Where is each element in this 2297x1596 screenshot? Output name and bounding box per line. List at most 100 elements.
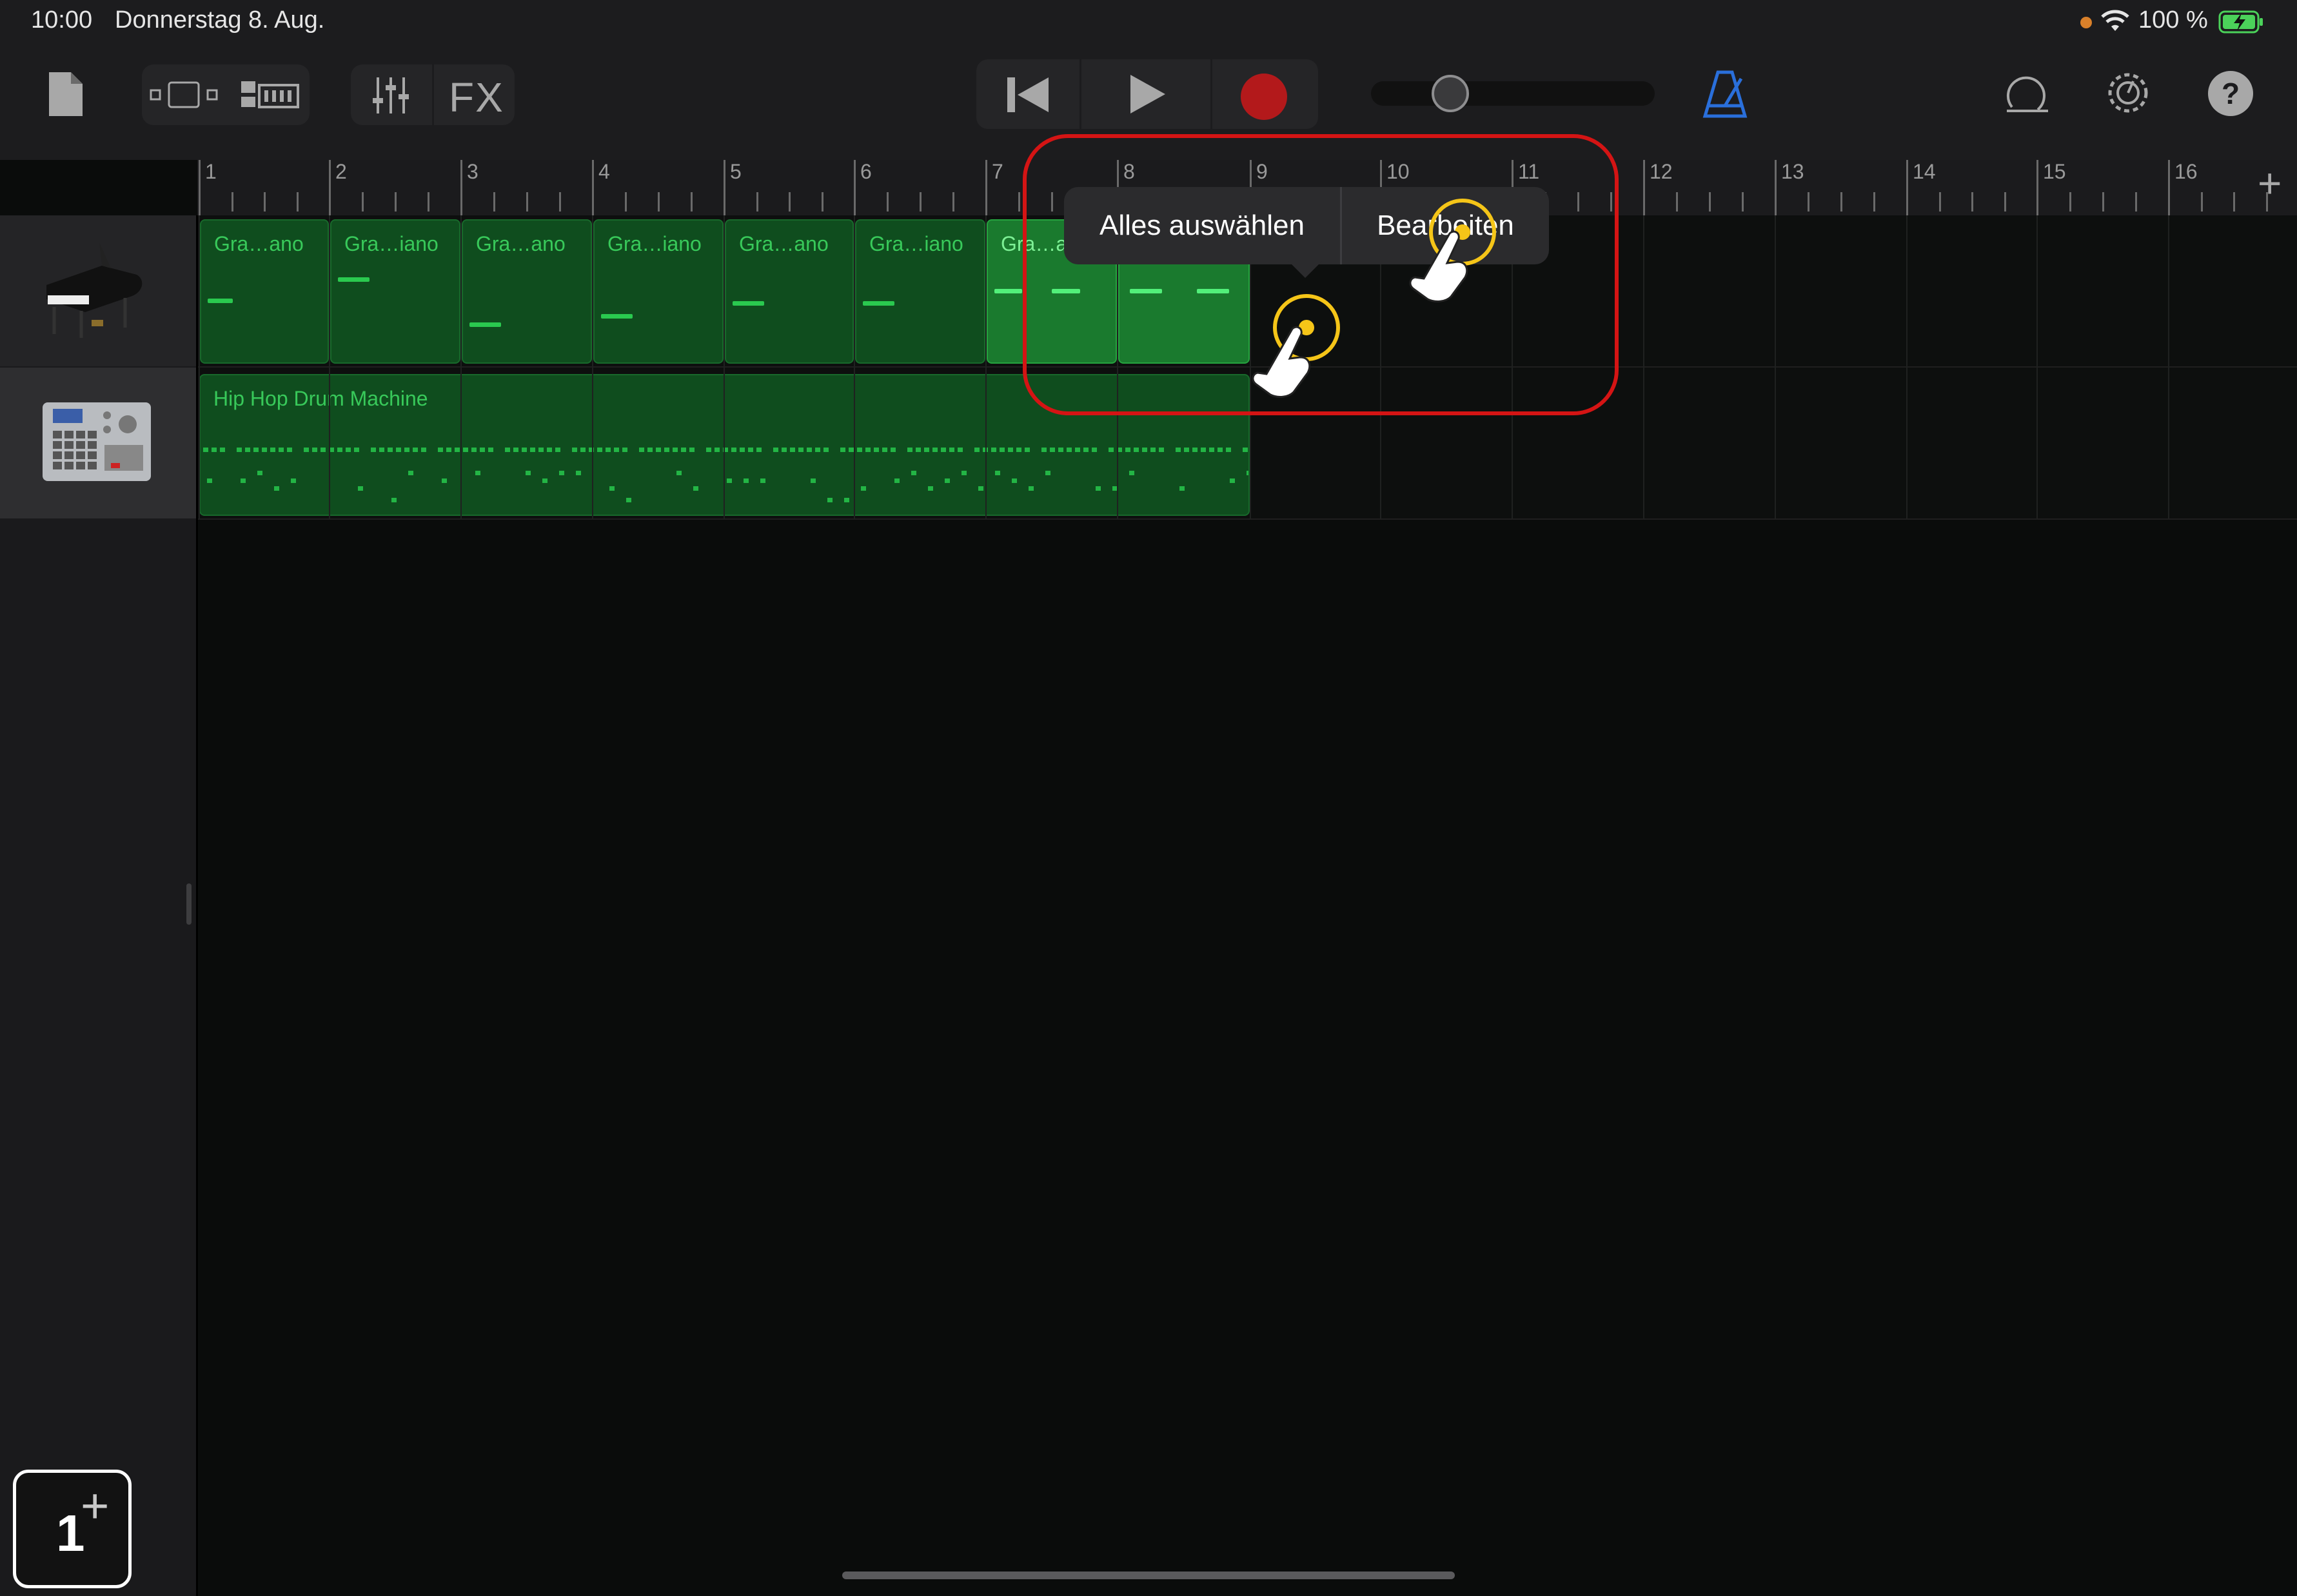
drum-hit	[1096, 486, 1101, 491]
drum-hit	[547, 448, 552, 452]
fx-button[interactable]: FX	[449, 74, 504, 121]
grid-line	[199, 215, 200, 518]
beat-tick	[1938, 192, 1941, 212]
battery-charging-icon	[2218, 10, 2265, 37]
play-button[interactable]	[1081, 59, 1210, 129]
document-icon[interactable]	[46, 70, 85, 119]
bar-number: 2	[335, 160, 347, 183]
piano-region[interactable]: Gra…ano	[462, 219, 592, 364]
beat-tick	[2233, 192, 2235, 212]
track-header-grand-piano[interactable]	[0, 215, 196, 366]
add-section-button[interactable]: +	[2258, 163, 2282, 204]
smart-controls-icon[interactable]	[239, 77, 301, 113]
drum-hit	[748, 448, 753, 452]
drum-hit	[1176, 448, 1181, 452]
track-view-icon[interactable]	[150, 77, 221, 112]
drum-hit	[580, 448, 586, 452]
drum-hit	[693, 486, 698, 491]
drum-hit	[647, 448, 653, 452]
select-all-menu-item[interactable]: Alles auswählen	[1064, 187, 1340, 264]
drum-hit	[522, 448, 527, 452]
drum-hit	[1008, 448, 1013, 452]
drum-hit	[924, 448, 929, 452]
drum-hit	[706, 448, 711, 452]
piano-region[interactable]: Gra…iano	[593, 219, 724, 364]
drum-hit	[207, 478, 212, 483]
resize-handle[interactable]	[186, 883, 192, 925]
beat-tick	[1971, 192, 1973, 212]
drum-hit	[471, 448, 477, 452]
drum-hit	[391, 498, 397, 502]
bar-number: 15	[2043, 160, 2066, 183]
beat-tick	[756, 192, 758, 212]
drum-hit	[1179, 486, 1185, 491]
beat-tick	[1676, 192, 1678, 212]
drum-hit	[760, 478, 765, 483]
grid-line	[592, 215, 593, 518]
volume-slider[interactable]	[1371, 75, 1655, 112]
drum-hit	[639, 448, 644, 452]
piano-region[interactable]: Gra…iano	[330, 219, 460, 364]
bar-number: 5	[730, 160, 742, 183]
drum-hit	[844, 498, 849, 502]
drum-hit	[413, 448, 418, 452]
grid-line	[2036, 215, 2038, 518]
piano-region[interactable]: Gra…iano	[855, 219, 985, 364]
bar-number: 12	[1650, 160, 1673, 183]
mixer-icon[interactable]	[370, 75, 411, 116]
piano-region[interactable]: Gra…ano	[200, 219, 329, 364]
context-menu-arrow	[1288, 261, 1322, 278]
drum-hit	[673, 448, 678, 452]
add-track-button[interactable]: 1 +	[13, 1470, 132, 1588]
volume-slider-knob[interactable]	[1432, 75, 1469, 112]
drum-hit	[815, 448, 820, 452]
drum-hit	[354, 448, 359, 452]
drum-hit	[1184, 448, 1189, 452]
drum-hit	[1025, 448, 1030, 452]
drum-hit	[1083, 448, 1089, 452]
settings-icon[interactable]	[2104, 68, 2153, 117]
drum-hit	[676, 471, 682, 475]
drum-hit	[1012, 478, 1017, 483]
rewind-button[interactable]	[976, 59, 1079, 129]
beat-tick	[789, 192, 791, 212]
drum-hit	[513, 448, 518, 452]
piano-region[interactable]: Gra…ano	[725, 219, 854, 364]
drum-hit	[1226, 448, 1231, 452]
record-icon	[1241, 74, 1287, 120]
drum-hit	[664, 448, 669, 452]
metronome-icon[interactable]	[1702, 70, 1748, 119]
drum-hit	[1209, 448, 1214, 452]
drum-hit	[1218, 448, 1223, 452]
drum-hit	[974, 448, 980, 452]
drum-hit	[756, 448, 762, 452]
beat-tick	[1742, 192, 1744, 212]
drum-hit	[811, 478, 816, 483]
beat-tick	[231, 192, 233, 212]
help-icon[interactable]: ?	[2208, 71, 2253, 116]
drum-hit	[597, 448, 602, 452]
region-label: Gra…ano	[739, 232, 829, 255]
bar-line	[2168, 160, 2170, 215]
privacy-indicator-icon	[2080, 17, 2092, 28]
drum-hit	[371, 448, 376, 452]
loop-icon[interactable]	[2003, 68, 2052, 117]
drum-hit	[622, 448, 627, 452]
beat-tick	[2069, 192, 2071, 212]
record-button[interactable]	[1212, 59, 1318, 129]
drum-hit	[1041, 448, 1047, 452]
drum-hit	[1058, 448, 1063, 452]
drum-hit	[945, 478, 950, 483]
drum-hit	[438, 448, 443, 452]
track-header-drum-machine[interactable]	[0, 368, 196, 518]
drum-machine-icon	[43, 402, 151, 481]
drum-hit	[1150, 448, 1156, 452]
drum-hit	[505, 448, 510, 452]
drum-hit	[237, 448, 242, 452]
drum-hit	[203, 448, 208, 452]
drum-hit	[576, 471, 581, 475]
drum-hit	[274, 486, 279, 491]
drum-hit	[257, 471, 262, 475]
tap-hand-icon	[1409, 230, 1468, 302]
drum-hit	[320, 448, 326, 452]
